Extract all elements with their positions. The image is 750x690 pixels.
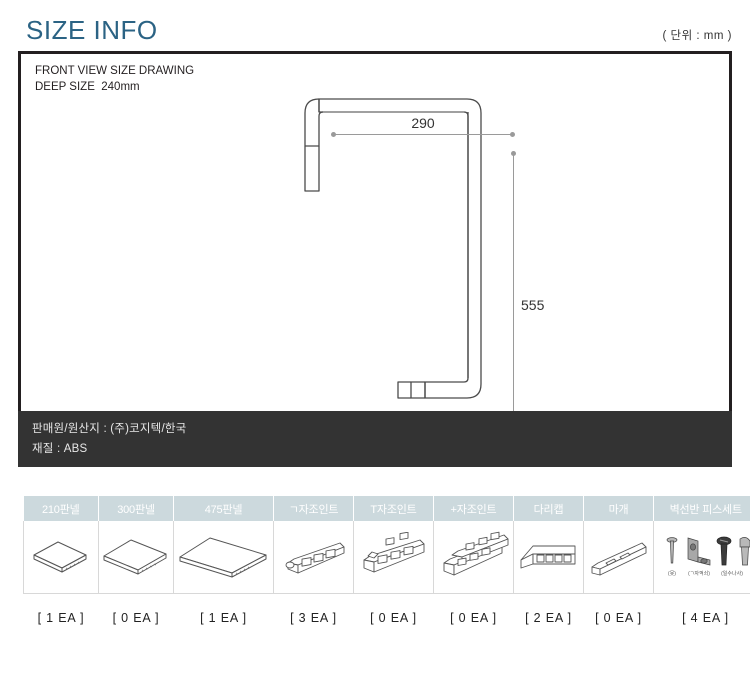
part-qty-cross-joint: [ 0 EA ] (450, 611, 497, 625)
screw-caption-1: (ㄱ자꺽쇠) (688, 570, 710, 577)
part-qty-corner-joint: [ 3 EA ] (290, 611, 337, 625)
flat-panel-medium-icon (103, 539, 167, 575)
flat-panel-large-icon (179, 537, 266, 578)
parts-image-row: (못) (ㄱ자꺽쇠) (일수나사) (23, 521, 750, 594)
parts-header-row: 210판넬 300판넬 475판넬 ㄱ자조인트 T자조인트 +자조인트 다리캡 … (23, 496, 750, 521)
height-dimension-label: 555 (521, 297, 545, 313)
part-qty-end-plug: [ 0 EA ] (595, 611, 642, 625)
screw-set-icon: (못) (ㄱ자꺽쇠) (일수나사) (666, 536, 750, 577)
part-qty-tee-joint: [ 0 EA ] (370, 611, 417, 625)
part-image-cell-300panel (98, 521, 174, 594)
part-image-cell-screw-set: (못) (ㄱ자꺽쇠) (일수나사) (653, 521, 750, 594)
cross-joint-icon (443, 531, 508, 576)
parts-list-table: 210판넬 300판넬 475판넬 ㄱ자조인트 T자조인트 +자조인트 다리캡 … (23, 496, 750, 637)
part-qty-300panel: [ 0 EA ] (112, 611, 160, 625)
bracket-profile-drawing (304, 98, 482, 399)
height-dimension-line (511, 151, 516, 443)
screw-caption-0: (못) (668, 571, 676, 577)
part-image-cell-corner-joint (273, 521, 354, 594)
parts-header-screw-set: 벽선반 피스세트 (653, 496, 750, 521)
part-image-cell-tee-joint (353, 521, 434, 594)
part-qty-475panel: [ 1 EA ] (200, 611, 247, 625)
material-text: 재질 : ABS (32, 443, 88, 455)
parts-header-tee-joint: T자조인트 (353, 496, 434, 521)
parts-header-210판넬: 210판넬 (23, 496, 99, 521)
leg-cap-icon (520, 545, 575, 569)
screw-caption-2: (일수나사) (721, 570, 743, 577)
part-image-cell-leg-cap (513, 521, 584, 594)
part-qty-leg-cap: [ 2 EA ] (525, 611, 572, 625)
manufacturer-info-bar: 판매원/원산지 : (주)코지텍/한국 재질 : ABS (18, 411, 732, 467)
part-image-cell-210panel (23, 521, 99, 594)
part-image-cell-end-plug (583, 521, 654, 594)
part-qty-210panel: [ 1 EA ] (37, 611, 85, 625)
corner-joint-icon (285, 542, 344, 574)
seller-origin-text: 판매원/원산지 : (주)코지텍/한국 (32, 423, 187, 435)
part-image-cell-cross-joint (433, 521, 514, 594)
flat-panel-small-icon (33, 541, 87, 573)
parts-header-300판넬: 300판넬 (98, 496, 174, 521)
width-dimension-line (331, 132, 515, 137)
width-dimension-label: 290 (411, 115, 435, 131)
end-plug-icon (591, 542, 646, 576)
parts-header-leg-cap: 다리캡 (513, 496, 584, 521)
parts-header-end-plug: 마개 (583, 496, 654, 521)
part-qty-screw-set: [ 4 EA ] (682, 611, 729, 625)
parts-header-corner-joint: ㄱ자조인트 (273, 496, 354, 521)
tee-joint-icon (363, 532, 424, 573)
unit-note: ( 단위 : mm ) (662, 30, 732, 42)
parts-header-cross-joint: +자조인트 (433, 496, 514, 521)
part-image-cell-475panel (173, 521, 274, 594)
front-view-drawing-panel: FRONT VIEW SIZE DRAWING DEEP SIZE 240mm … (18, 51, 732, 443)
parts-header-475판넬: 475판넬 (173, 496, 274, 521)
page-title: SIZE INFO (26, 15, 158, 45)
parts-quantity-row: [ 1 EA ] [ 0 EA ] [ 1 EA ] [ 3 EA ] [ 0 … (24, 594, 750, 638)
